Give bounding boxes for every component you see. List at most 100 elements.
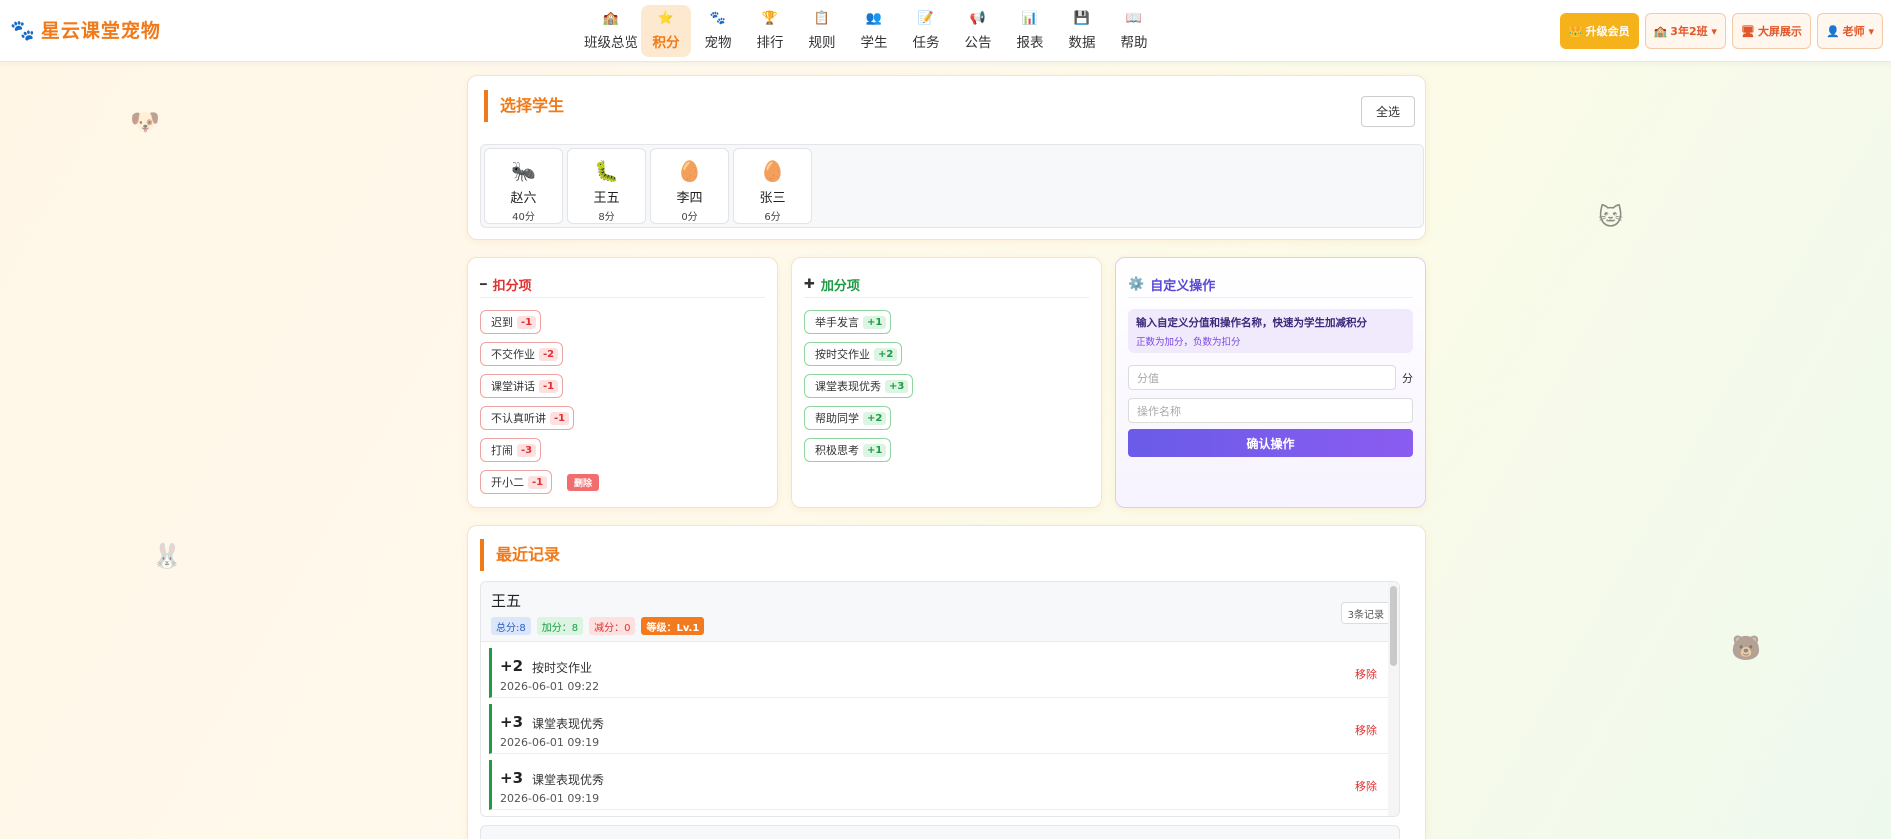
item-label: 帮助同学 (815, 412, 859, 425)
add-item[interactable]: 积极思考 +1 (804, 438, 892, 462)
nav-tasks[interactable]: 📝 任务 (901, 5, 951, 57)
class-select-button[interactable]: 🏫 3年2班 ▾ (1644, 13, 1726, 49)
student-card[interactable]: 🐛 王五 8分 (567, 148, 646, 224)
clipboard-icon: 📋 (813, 11, 831, 26)
info-text: 输入自定义分值和操作名称，快速为学生加减积分 (1136, 317, 1367, 329)
panel-header: ⚙️ 自定义操作 (1128, 272, 1413, 298)
item-value: +2 (874, 347, 898, 361)
section-title: 选择学生 (484, 90, 564, 122)
item-value: -1 (517, 315, 537, 329)
deduct-item[interactable]: 开小二 -1 (480, 470, 553, 494)
scrollbar-track[interactable] (1388, 582, 1399, 816)
record-action: 课堂表现优秀 (532, 773, 605, 787)
users-icon: 👥 (865, 11, 883, 26)
student-score: 0分 (681, 212, 698, 223)
star-icon: ⭐ (657, 11, 675, 26)
deduct-item[interactable]: 打闹 -3 (480, 438, 542, 462)
record-row: +3 课堂表现优秀 2026-06-01 09:19 移除 (489, 704, 1389, 754)
app-title: 星云课堂宠物 (40, 20, 161, 42)
nav-students[interactable]: 👥 学生 (849, 5, 899, 57)
record-points: +3 (500, 769, 524, 787)
record-header: 王五 总分:8 加分：8 减分：0 等级：Lv.1 3条记录 (481, 582, 1399, 642)
item-value: +2 (863, 411, 887, 425)
class-select-label: 3年2班 ▾ (1670, 25, 1717, 38)
record-time: 2026-06-01 09:22 (500, 680, 600, 693)
remove-link[interactable]: 移除 (1355, 778, 1377, 794)
item-label: 不交作业 (491, 348, 535, 361)
item-value: +3 (885, 379, 909, 393)
nav-points[interactable]: ⭐ 积分 (641, 5, 691, 57)
nav-label: 规则 (808, 35, 836, 51)
nav-label: 任务 (912, 35, 940, 51)
student-records: 王五 总分:8 加分：8 减分：0 等级：Lv.1 3条记录 +2 按时交作业 … (480, 581, 1400, 817)
student-card[interactable]: 🐜 赵六 40分 (484, 148, 563, 224)
scrollbar-thumb[interactable] (1390, 586, 1397, 666)
record-points: +3 (500, 713, 524, 731)
nav-data[interactable]: 💾 数据 (1057, 5, 1107, 57)
nav-overview[interactable]: 🏫 班级总览 (583, 5, 639, 57)
student-card[interactable]: 🥚 张三 6分 (733, 148, 812, 224)
add-item[interactable]: 帮助同学 +2 (804, 406, 892, 430)
sub-badge: 减分：0 (589, 617, 636, 635)
brand[interactable]: 🐾 星云课堂宠物 (10, 16, 161, 43)
delete-button[interactable]: 删除 (567, 474, 600, 491)
confirm-operation-button[interactable]: 确认操作 (1128, 429, 1413, 457)
minus-icon: ━ (480, 278, 487, 291)
nav-label: 宠物 (704, 35, 732, 51)
nav-ranking[interactable]: 🏆 排行 (745, 5, 795, 57)
rabbit-decoration-icon: 🐰 (152, 542, 182, 570)
remove-link[interactable]: 移除 (1355, 666, 1377, 682)
school-icon: 🏫 (602, 11, 620, 26)
upgrade-button[interactable]: 👑 升级会员 (1559, 13, 1639, 49)
add-item[interactable]: 举手发言 +1 (804, 310, 892, 334)
next-record-group (480, 825, 1400, 839)
panel-header: ━ 扣分项 (480, 272, 765, 298)
nav-pets[interactable]: 🐾 宠物 (693, 5, 743, 57)
record-action: 按时交作业 (532, 661, 593, 675)
score-unit: 分 (1402, 372, 1413, 385)
paw-icon: 🐾 (10, 17, 35, 42)
bear-decoration-icon: 🐻 (1731, 634, 1761, 662)
item-label: 开小二 (491, 476, 524, 489)
custom-info-box: 输入自定义分值和操作名称，快速为学生加减积分 正数为加分，负数为扣分 (1128, 309, 1413, 353)
score-input[interactable]: 分值 (1128, 365, 1396, 390)
nav-label: 排行 (756, 35, 784, 51)
record-row: +2 按时交作业 2026-06-01 09:22 移除 (489, 648, 1389, 698)
remove-link[interactable]: 移除 (1355, 722, 1377, 738)
deduct-item[interactable]: 课堂讲话 -1 (480, 374, 564, 398)
nav-help[interactable]: 📖 帮助 (1109, 5, 1159, 57)
user-icon: 👤 (1825, 24, 1840, 38)
nav-announcements[interactable]: 📢 公告 (953, 5, 1003, 57)
record-time: 2026-06-01 09:19 (500, 736, 600, 749)
nav-label: 班级总览 (584, 35, 638, 51)
select-all-button[interactable]: 全选 (1361, 96, 1415, 127)
record-action: 课堂表现优秀 (532, 717, 605, 731)
item-label: 打闹 (491, 444, 513, 457)
plus-icon: ✚ (804, 277, 815, 292)
paw-icon: 🐾 (709, 11, 727, 26)
recent-records-card: 最近记录 王五 总分:8 加分：8 减分：0 等级：Lv.1 3条记录 +2 按… (467, 525, 1426, 839)
add-item[interactable]: 按时交作业 +2 (804, 342, 903, 366)
section-title: 最近记录 (480, 539, 560, 571)
record-badges: 总分:8 加分：8 减分：0 等级：Lv.1 (491, 617, 705, 635)
student-name: 张三 (759, 191, 786, 206)
nav-label: 公告 (964, 35, 992, 51)
nav-label: 数据 (1068, 35, 1096, 51)
student-card[interactable]: 🥚 李四 0分 (650, 148, 729, 224)
big-screen-button[interactable]: 🖥 大屏展示 (1731, 13, 1811, 49)
nav-rules[interactable]: 📋 规则 (797, 5, 847, 57)
user-menu-button[interactable]: 👤 老师 ▾ (1816, 13, 1883, 49)
deduct-item[interactable]: 不认真听讲 -1 (480, 406, 575, 430)
main-nav: 🏫 班级总览 ⭐ 积分 🐾 宠物 🏆 排行 📋 规则 👥 学生 📝 任务 📢 公… (583, 5, 1159, 57)
add-item[interactable]: 课堂表现优秀 +3 (804, 374, 914, 398)
record-row: +3 课堂表现优秀 2026-06-01 09:19 移除 (489, 760, 1389, 810)
book-icon: 📖 (1125, 11, 1143, 26)
caterpillar-avatar-icon: 🐛 (594, 159, 619, 183)
operation-name-input[interactable]: 操作名称 (1128, 398, 1413, 423)
deduct-item[interactable]: 不交作业 -2 (480, 342, 564, 366)
student-score: 6分 (764, 212, 781, 223)
nav-label: 积分 (652, 35, 680, 51)
deduct-item[interactable]: 迟到 -1 (480, 310, 542, 334)
memo-icon: 📝 (917, 11, 935, 26)
nav-reports[interactable]: 📊 报表 (1005, 5, 1055, 57)
